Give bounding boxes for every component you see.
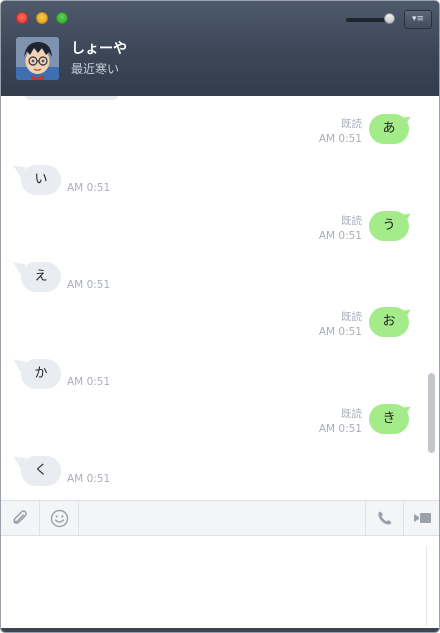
avatar-image xyxy=(16,37,59,80)
message-list[interactable]: 既読 AM 0:51 あ い AM 0:51 既読 AM 0:51 う え AM… xyxy=(2,96,439,500)
message-time: AM 0:51 xyxy=(67,376,111,388)
message-time: AM 0:51 xyxy=(318,423,362,435)
minimize-window-button[interactable] xyxy=(36,12,48,24)
paperclip-icon xyxy=(13,510,27,524)
incoming-message-bubble[interactable]: え xyxy=(21,262,61,292)
message-time: AM 0:51 xyxy=(318,230,362,242)
outgoing-message-bubble[interactable]: う xyxy=(369,211,409,241)
emoji-button[interactable] xyxy=(40,501,78,535)
avatar[interactable] xyxy=(16,37,59,80)
voice-call-button[interactable] xyxy=(366,501,403,535)
emoji-icon xyxy=(50,509,68,527)
input-scroll-track xyxy=(426,546,435,626)
outgoing-message-bubble[interactable]: あ xyxy=(369,114,409,144)
message-time: AM 0:51 xyxy=(318,133,362,145)
attach-file-button[interactable] xyxy=(1,501,39,535)
chat-header: ▾≡ しょーや 最近寒い xyxy=(1,1,439,96)
message-time: AM 0:51 xyxy=(67,473,111,485)
status-message: 最近寒い xyxy=(71,62,120,76)
phone-icon xyxy=(377,511,391,525)
maximize-window-button[interactable] xyxy=(56,12,68,24)
outgoing-message-bubble[interactable]: き xyxy=(369,404,409,434)
chat-window: ▾≡ しょーや 最近寒い 既読 AM 0:51 あ い AM 0:51 既読 A… xyxy=(0,0,440,633)
incoming-message-bubble[interactable]: い xyxy=(21,165,61,195)
message-time: AM 0:51 xyxy=(67,182,111,194)
message-list-scrollbar[interactable] xyxy=(428,373,435,453)
read-receipt: 既読 xyxy=(341,311,362,323)
read-receipt: 既読 xyxy=(341,408,362,420)
chat-toolbar xyxy=(1,500,439,536)
outgoing-message-bubble[interactable]: お xyxy=(369,307,409,337)
incoming-message-bubble[interactable]: く xyxy=(21,456,61,486)
toolbar-divider xyxy=(78,501,79,535)
message-time: AM 0:51 xyxy=(318,326,362,338)
read-receipt: 既読 xyxy=(341,215,362,227)
video-icon xyxy=(413,513,431,523)
partial-bubble xyxy=(24,96,119,100)
incoming-message-bubble[interactable]: か xyxy=(21,359,61,389)
message-input-area[interactable] xyxy=(2,536,439,628)
close-window-button[interactable] xyxy=(16,12,28,24)
contact-name: しょーや xyxy=(71,41,127,57)
message-input[interactable] xyxy=(2,536,439,628)
message-time: AM 0:51 xyxy=(67,279,111,291)
menu-button[interactable]: ▾≡ xyxy=(404,10,432,29)
video-call-button[interactable] xyxy=(404,501,439,535)
read-receipt: 既読 xyxy=(341,118,362,130)
window-bottom-bar xyxy=(1,628,439,632)
volume-slider-knob[interactable] xyxy=(384,13,395,24)
